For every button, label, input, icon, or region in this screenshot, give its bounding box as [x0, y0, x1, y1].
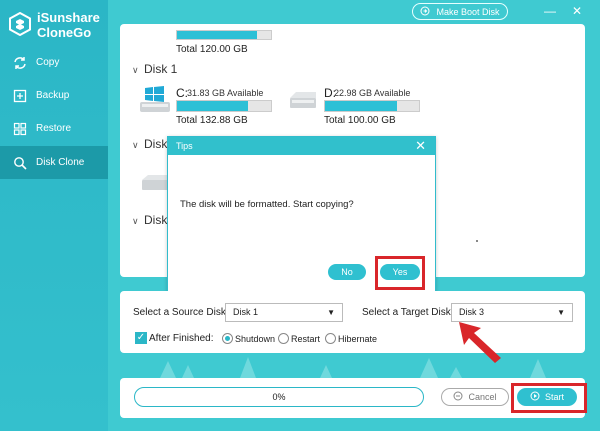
sidebar-item-backup[interactable]: Backup [0, 79, 108, 112]
app-name: iSunshare CloneGo [37, 10, 100, 40]
sync-icon [12, 55, 28, 71]
sidebar-item-label: Disk Clone [36, 157, 85, 168]
dialog-no-label: No [341, 267, 353, 277]
restore-icon [12, 121, 28, 137]
disk2-header[interactable]: ∨ Disk [132, 137, 167, 151]
radio-restart[interactable] [278, 333, 289, 344]
radio-hibernate[interactable] [325, 333, 336, 344]
app-logo: iSunshare CloneGo [9, 8, 109, 44]
sidebar-item-restore[interactable]: Restore [0, 112, 108, 145]
start-highlight-box [511, 383, 587, 413]
logo-icon [9, 12, 31, 36]
source-disk-label: Select a Source Disk: [133, 307, 229, 318]
drive-usage-bar [176, 100, 272, 112]
progress-percent: 0% [272, 392, 286, 402]
drive-available: 22.98 GB Available [334, 88, 411, 98]
sidebar-item-label: Copy [36, 57, 60, 68]
close-window-button[interactable]: ✕ [570, 4, 584, 18]
boot-disk-icon [420, 6, 430, 18]
radio-hibernate-label: Hibernate [338, 334, 378, 344]
app-name-line1: iSunshare [37, 10, 100, 25]
source-disk-select[interactable]: Disk 1 ▼ [225, 303, 343, 322]
minimize-icon: — [544, 4, 556, 18]
caret-down-icon: ▼ [557, 308, 565, 317]
cancel-button[interactable]: Cancel [441, 388, 509, 406]
disk1-label: Disk 1 [144, 62, 178, 76]
tree-decoration [160, 357, 546, 378]
drive-total: Total 132.88 GB [176, 115, 248, 126]
sidebar-item-label: Restore [36, 123, 72, 134]
dialog-message: The disk will be formatted. Start copyin… [180, 199, 354, 210]
dialog-title: Tips [168, 137, 435, 155]
minimize-button[interactable]: — [543, 4, 557, 18]
sidebar-item-copy[interactable]: Copy [0, 46, 108, 79]
make-boot-disk-button[interactable]: Make Boot Disk [412, 3, 508, 20]
dialog-close-button[interactable]: ✕ [415, 139, 426, 153]
yes-highlight-box [375, 256, 425, 290]
progress-bar: 0% [134, 387, 424, 407]
radio-restart-label: Restart [291, 334, 321, 344]
cancel-icon [453, 391, 463, 403]
drive-d[interactable]: D: 22.98 GB Available Total 100.00 GB [288, 86, 438, 130]
drive-usage-fill [177, 101, 249, 111]
disk3-header[interactable]: ∨ Disk [132, 213, 167, 227]
sidebar-item-disk-clone[interactable]: Disk Clone [0, 146, 108, 179]
pointer-arrow-icon [459, 322, 501, 363]
make-boot-disk-label: Make Boot Disk [436, 6, 500, 17]
radio-shutdown-label: Shutdown [235, 334, 276, 344]
sidebar-item-label: Backup [36, 90, 70, 101]
drive-available: 31.83 GB Available [187, 88, 264, 98]
close-icon: ✕ [571, 4, 583, 18]
top-disk-bar-fill [177, 31, 257, 39]
chevron-down-icon: ∨ [132, 140, 139, 150]
source-disk-value: Disk 1 [233, 307, 259, 317]
hard-drive-icon [142, 175, 168, 190]
selection-panel: Select a Source Disk: Disk 1 ▼ Select a … [120, 291, 585, 353]
dialog-no-button[interactable]: No [328, 264, 366, 280]
drive-usage-bar [324, 100, 420, 112]
drive-usage-fill [325, 101, 398, 111]
disk3-label: Disk [144, 213, 168, 227]
hard-drive-icon [290, 92, 316, 108]
app-name-line2: CloneGo [37, 25, 92, 40]
target-disk-value: Disk 3 [459, 307, 485, 317]
caret-down-icon: ▼ [327, 308, 335, 317]
windows-drive-icon [140, 86, 170, 112]
drive-c[interactable]: C: 31.83 GB Available Total 132.88 GB [140, 86, 290, 130]
close-icon: ✕ [415, 138, 426, 153]
drive-total: Total 100.00 GB [324, 115, 396, 126]
check-icon: ✓ [136, 332, 146, 343]
chevron-down-icon: ∨ [132, 216, 139, 226]
disk-clone-icon [12, 155, 28, 171]
dot-marker [476, 240, 478, 242]
disk2-label: Disk [144, 137, 168, 151]
target-disk-label: Select a Target Disk: [362, 307, 454, 318]
disk1-header[interactable]: ∨ Disk 1 [132, 62, 177, 76]
chevron-down-icon: ∨ [132, 65, 139, 75]
after-finished-checkbox[interactable]: ✓ [135, 332, 147, 344]
top-disk-total: Total 120.00 GB [176, 44, 248, 55]
backup-icon [12, 88, 28, 104]
after-finished-label: After Finished: [149, 333, 214, 344]
cancel-label: Cancel [468, 392, 497, 402]
sidebar: iSunshare CloneGo Copy Backup Restore Di… [0, 0, 108, 431]
radio-shutdown[interactable] [222, 333, 233, 344]
top-disk-bar [176, 30, 272, 40]
